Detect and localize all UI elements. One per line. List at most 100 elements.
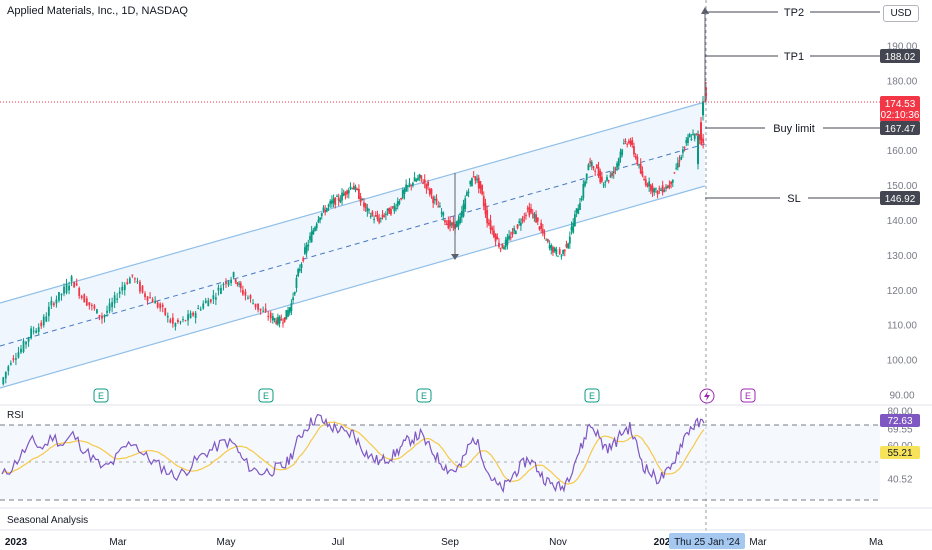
candle-body (42, 316, 45, 326)
candle-body (298, 268, 301, 271)
candle-body (442, 212, 445, 216)
candle-body (15, 358, 17, 360)
price-tick-label: 120.00 (887, 286, 918, 297)
candle-body (283, 317, 286, 322)
candle-body (688, 134, 691, 138)
candle-body (103, 314, 106, 318)
candle-body (460, 210, 463, 218)
candle-body (533, 213, 536, 219)
candle-body (2, 377, 5, 385)
candle-body (536, 217, 539, 222)
candle-body (538, 226, 541, 230)
rsi-label[interactable]: RSI (7, 410, 24, 421)
candle-body (385, 213, 387, 215)
candle-body (222, 283, 225, 286)
candle-body (648, 181, 651, 187)
candle-body (459, 216, 462, 223)
candle-body (302, 258, 305, 261)
candle-body (601, 176, 603, 182)
time-tick-label: Mar (749, 537, 767, 548)
price-tick-label: 130.00 (887, 251, 918, 262)
candle-body (651, 186, 654, 193)
candle-body (514, 231, 517, 234)
candle-body (439, 205, 441, 208)
price-tick-label: 180.00 (887, 76, 918, 87)
candle-body (621, 149, 624, 155)
candle-body (693, 133, 696, 139)
candle-body (363, 202, 365, 207)
seasonal-analysis-label[interactable]: Seasonal Analysis (7, 515, 88, 526)
tp1-label: TP1 (784, 51, 804, 63)
candle-body (628, 140, 630, 143)
candle-body (577, 208, 580, 214)
candle-body (479, 181, 482, 189)
candle-body (422, 182, 424, 184)
price-tick-label: 110.00 (887, 321, 917, 332)
candle-body (336, 195, 338, 197)
candle-body (324, 210, 327, 213)
candle-body (484, 203, 487, 215)
buy-limit-price-text: 167.47 (885, 124, 916, 135)
candle-body (78, 288, 81, 297)
candle-body (417, 177, 419, 181)
earnings-marker-letter: E (745, 391, 751, 401)
candle-body (509, 237, 512, 239)
candle-body (675, 167, 678, 169)
candle-body (525, 214, 527, 216)
candle-body (40, 322, 43, 327)
candle-body (624, 140, 627, 142)
candle-body (202, 303, 205, 309)
candle-body (139, 281, 141, 292)
candle-body (685, 140, 688, 144)
candle-body (393, 205, 396, 212)
candle-body (568, 236, 571, 244)
candle-body (288, 307, 291, 313)
candle-body (192, 312, 195, 316)
candle-body (511, 231, 514, 235)
candle-body (444, 220, 446, 223)
candle-body (73, 282, 76, 288)
candle-body (344, 191, 347, 195)
candle-body (464, 198, 467, 209)
candle-body (545, 239, 548, 241)
candle-body (207, 300, 210, 307)
candle-body (467, 191, 470, 193)
price-tick-label: 140.00 (887, 216, 918, 227)
candle-body (580, 198, 583, 201)
candle-body (396, 201, 399, 207)
candle-body (496, 236, 499, 240)
candle-body (269, 312, 272, 319)
candle-body (358, 188, 360, 200)
candle-body (543, 233, 546, 235)
candle-body (90, 305, 93, 307)
candle-body (410, 184, 413, 186)
candle-body (307, 244, 310, 247)
candle-body (225, 282, 227, 285)
candle-body (506, 237, 509, 246)
earnings-marker-letter: E (263, 391, 269, 401)
sl-label: SL (787, 193, 800, 205)
candle-body (45, 316, 48, 322)
candle-body (541, 229, 544, 234)
candle-body (111, 302, 114, 308)
candle-body (151, 299, 154, 303)
candle-body (641, 171, 644, 176)
candle-body (292, 297, 294, 300)
candle-body (619, 151, 622, 159)
candle-body (123, 284, 126, 291)
candle-body (310, 231, 313, 243)
time-axis[interactable]: 2023 Mar May Jul Sep Nov 202 Mar Ma (5, 537, 884, 548)
candle-body (83, 294, 86, 303)
candle-body (58, 292, 60, 301)
candle-body (616, 163, 618, 168)
candle-body (98, 315, 101, 317)
candle-body (661, 185, 664, 193)
currency-button[interactable]: USD (883, 5, 919, 22)
candle-body (663, 190, 666, 192)
candle-body (653, 188, 656, 193)
chart-title[interactable]: Applied Materials, Inc., 1D, NASDAQ (7, 5, 188, 17)
candle-body (614, 167, 617, 169)
candle-body (700, 122, 702, 140)
candle-body (369, 216, 372, 218)
candle-body (560, 255, 563, 257)
